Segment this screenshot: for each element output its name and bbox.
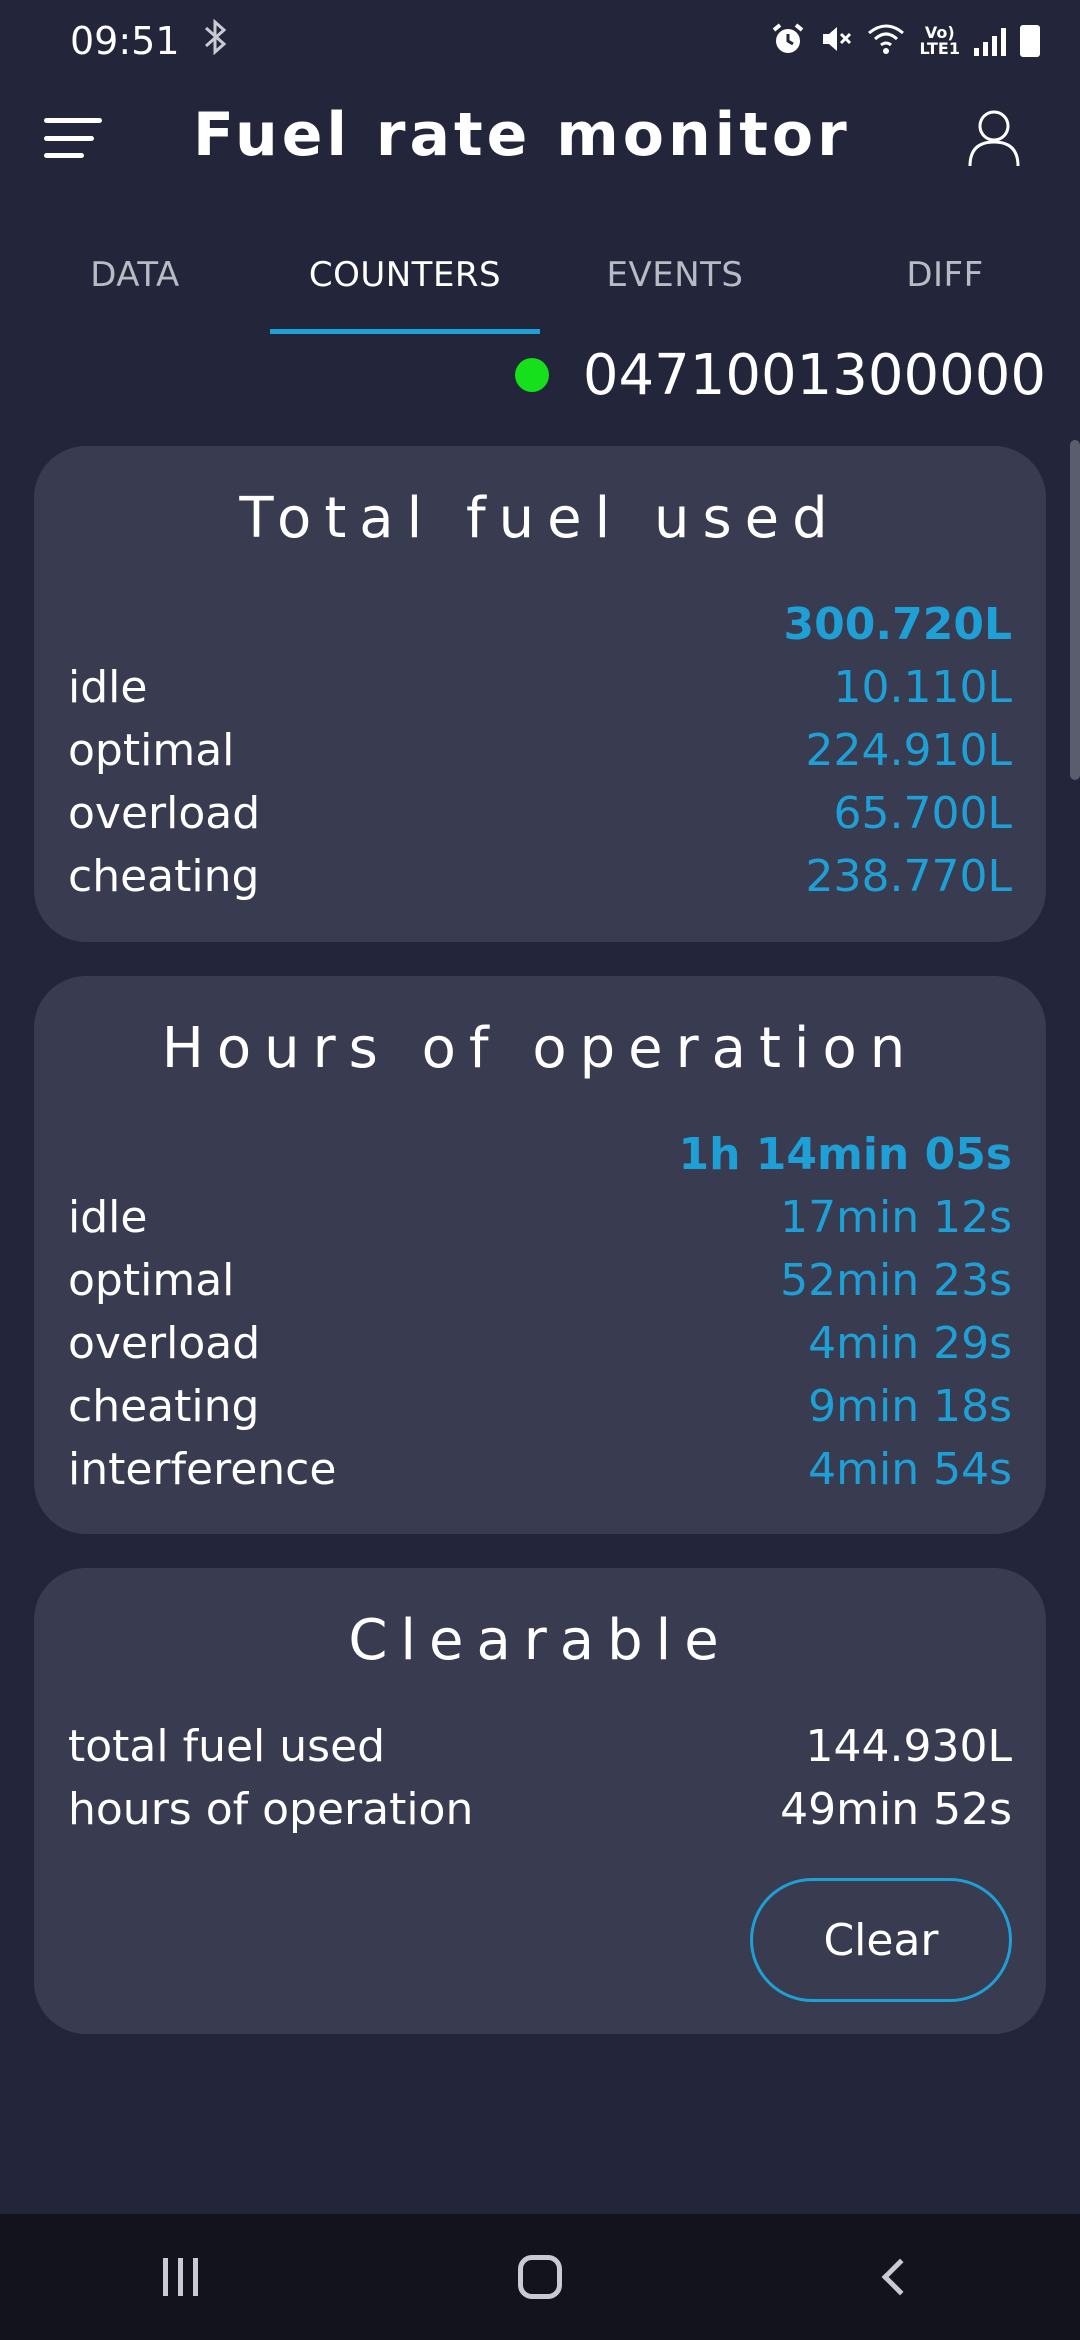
list-item: total fuel used 144.930L [68,1716,1012,1776]
total-fuel-title: Total fuel used [239,486,841,551]
battery-icon [1020,25,1040,57]
row-value: 65.700L [833,787,1012,839]
status-left: 09:51 [70,18,230,64]
clearable-card: Clearable total fuel used 144.930L hours… [34,1568,1046,2034]
list-item: interference 4min 54s [68,1439,1012,1499]
app-bar: Fuel rate monitor [0,82,1080,192]
list-item: cheating 9min 18s [68,1376,1012,1436]
total-fuel-total-row: 300.720L [68,594,1012,654]
tab-bar: DATA COUNTERS EVENTS DIFF [0,216,1080,334]
list-item: overload 4min 29s [68,1313,1012,1373]
tab-counters[interactable]: COUNTERS [270,216,540,334]
row-value: 17min 12s [780,1191,1012,1243]
row-label: cheating [68,1380,260,1432]
device-row: 0471001300000 [514,340,1046,410]
tab-diff[interactable]: DIFF [810,216,1080,334]
volte-icon: Vo) LTE1 [919,25,960,57]
system-nav-bar [0,2214,1080,2340]
scrollbar[interactable] [1070,440,1080,780]
row-value: 4min 54s [808,1443,1012,1495]
row-label: overload [68,787,261,839]
connection-status-dot [514,358,549,392]
row-label: hours of operation [68,1783,474,1835]
row-value: 238.770L [805,850,1012,902]
app-title: Fuel rate monitor [193,100,851,170]
tab-events[interactable]: EVENTS [540,216,810,334]
list-item: hours of operation 49min 52s [68,1779,1012,1839]
list-item: cheating 238.770L [68,846,1012,906]
mute-icon [819,22,853,60]
row-value: 9min 18s [808,1380,1012,1432]
status-bar: 09:51 Vo) LTE1 [0,0,1080,82]
row-label: optimal [68,1254,235,1306]
status-icons: Vo) LTE1 [771,22,1040,60]
hamburger-menu-icon[interactable] [44,118,104,158]
row-value: 4min 29s [808,1317,1012,1369]
status-time: 09:51 [70,19,180,63]
row-label: cheating [68,850,260,902]
clear-button[interactable]: Clear [750,1878,1012,2002]
list-item: overload 65.700L [68,783,1012,843]
row-value: 224.910L [805,724,1012,776]
home-icon[interactable] [460,2237,620,2317]
volte-line2: LTE1 [919,39,960,58]
device-id: 0471001300000 [582,342,1046,408]
hours-total-value: 1h 14min 05s [678,1128,1012,1180]
hours-title: Hours of operation [161,1016,919,1081]
signal-icon [974,26,1006,56]
list-item: optimal 224.910L [68,720,1012,780]
row-label: idle [68,661,148,713]
account-icon[interactable] [966,108,1022,168]
back-icon[interactable] [820,2237,980,2317]
row-value: 52min 23s [780,1254,1012,1306]
tab-data[interactable]: DATA [0,216,270,334]
row-label: optimal [68,724,235,776]
row-label: overload [68,1317,261,1369]
alarm-icon [771,22,805,60]
recents-icon[interactable] [100,2237,260,2317]
total-fuel-total-value: 300.720L [783,598,1012,650]
row-label: interference [68,1443,337,1495]
hours-card: Hours of operation 1h 14min 05s idle 17m… [34,976,1046,1534]
row-label: idle [68,1191,148,1243]
clearable-title: Clearable [348,1608,732,1673]
row-value: 49min 52s [780,1783,1012,1835]
bluetooth-icon [202,18,230,64]
row-label: total fuel used [68,1720,386,1772]
row-value: 144.930L [805,1720,1012,1772]
list-item: optimal 52min 23s [68,1250,1012,1310]
list-item: idle 17min 12s [68,1187,1012,1247]
row-value: 10.110L [833,661,1012,713]
wifi-icon [867,23,905,59]
total-fuel-card: Total fuel used 300.720L idle 10.110L op… [34,446,1046,942]
hours-total-row: 1h 14min 05s [68,1124,1012,1184]
list-item: idle 10.110L [68,657,1012,717]
